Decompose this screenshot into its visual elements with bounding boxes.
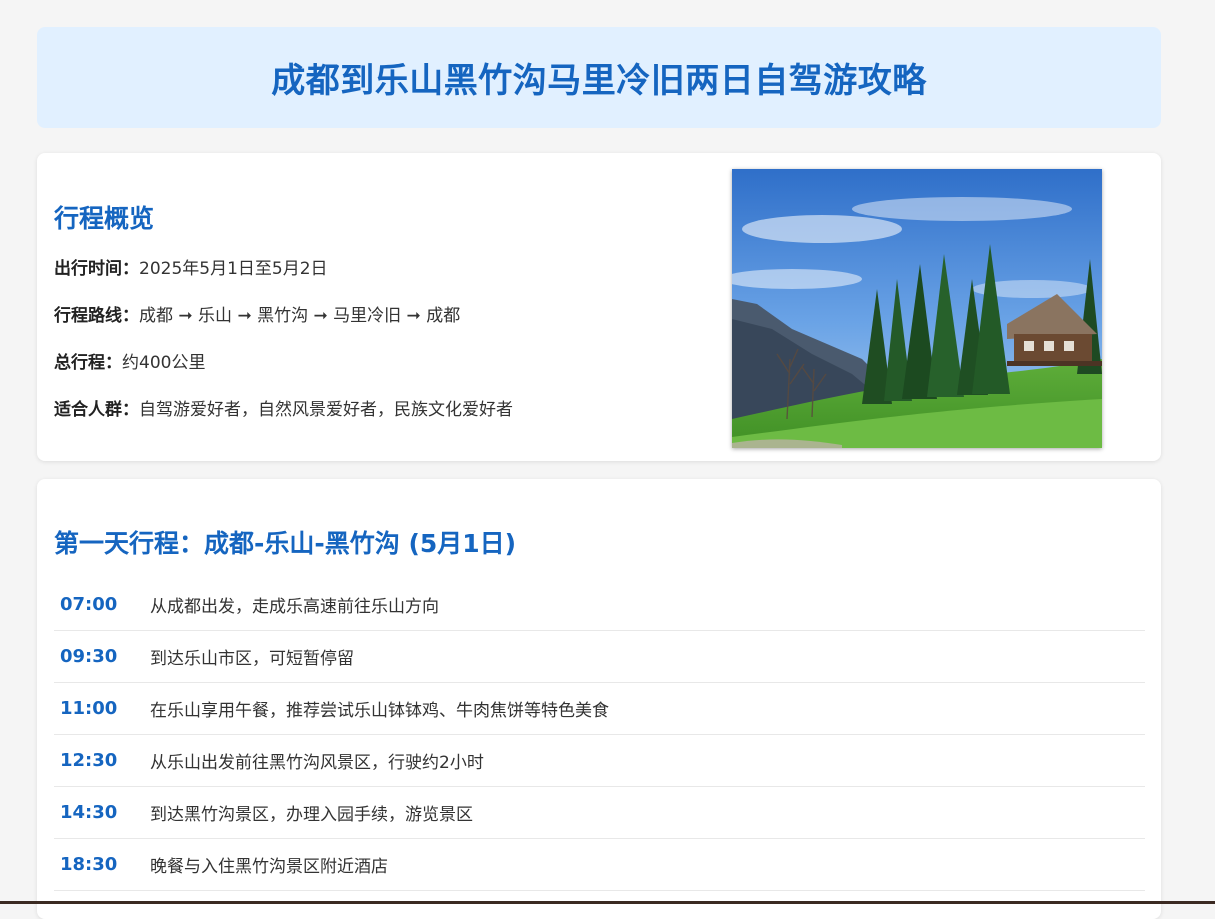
cloud xyxy=(742,215,902,243)
schedule-row: 12:30 从乐山出发前往黑竹沟风景区，行驶约2小时 xyxy=(54,735,1145,787)
schedule-row: 18:30 晚餐与入住黑竹沟景区附近酒店 xyxy=(54,839,1145,891)
schedule-row: 07:00 从成都出发，走成乐高速前往乐山方向 xyxy=(54,579,1145,631)
mountain-forest-cabin-photo-icon xyxy=(732,169,1102,448)
schedule-row: 11:00 在乐山享用午餐，推荐尝试乐山钵钵鸡、牛肉焦饼等特色美食 xyxy=(54,683,1145,735)
info-row-date: 出行时间：2025年5月1日至5月2日 xyxy=(54,257,694,281)
overview-title: 行程概览 xyxy=(54,204,155,233)
info-row-audience: 适合人群：自驾游爱好者，自然风景爱好者，民族文化爱好者 xyxy=(54,398,694,422)
overview-text: 行程概览 出行时间：2025年5月1日至5月2日 行程路线：成都 ➞ 乐山 ➞ … xyxy=(54,199,694,422)
schedule-desc: 到达黑竹沟景区，办理入园手续，游览景区 xyxy=(150,805,473,825)
schedule-desc: 在乐山享用午餐，推荐尝试乐山钵钵鸡、牛肉焦饼等特色美食 xyxy=(150,701,609,721)
schedule-row: 09:30 到达乐山市区，可短暂停留 xyxy=(54,631,1145,683)
schedule-desc: 晚餐与入住黑竹沟景区附近酒店 xyxy=(150,857,388,877)
schedule-desc: 从成都出发，走成乐高速前往乐山方向 xyxy=(150,597,439,617)
scenery-photo xyxy=(732,169,1102,448)
info-label: 行程路线： xyxy=(54,306,139,326)
info-row-route: 行程路线：成都 ➞ 乐山 ➞ 黑竹沟 ➞ 马里冷旧 ➞ 成都 xyxy=(54,304,694,328)
cloud xyxy=(852,197,1072,221)
schedule-time: 14:30 xyxy=(60,802,118,823)
info-value: 2025年5月1日至5月2日 xyxy=(139,259,328,279)
overview-info-list: 出行时间：2025年5月1日至5月2日 行程路线：成都 ➞ 乐山 ➞ 黑竹沟 ➞… xyxy=(54,257,694,422)
schedule-time: 07:00 xyxy=(60,594,118,615)
info-label: 总行程： xyxy=(54,353,122,373)
schedule-row: 14:30 到达黑竹沟景区，办理入园手续，游览景区 xyxy=(54,787,1145,839)
page-title: 成都到乐山黑竹沟马里冷旧两日自驾游攻略 xyxy=(271,61,927,101)
schedule-time: 12:30 xyxy=(60,750,118,771)
schedule-time: 09:30 xyxy=(60,646,118,667)
day1-title: 第一天行程：成都-乐山-黑竹沟 (5月1日) xyxy=(54,529,517,558)
info-value: 自驾游爱好者，自然风景爱好者，民族文化爱好者 xyxy=(139,400,513,420)
page-header: 成都到乐山黑竹沟马里冷旧两日自驾游攻略 xyxy=(37,27,1161,128)
overview-card: 行程概览 出行时间：2025年5月1日至5月2日 行程路线：成都 ➞ 乐山 ➞ … xyxy=(37,153,1161,461)
day1-schedule: 07:00 从成都出发，走成乐高速前往乐山方向 09:30 到达乐山市区，可短暂… xyxy=(54,579,1145,891)
schedule-desc: 到达乐山市区，可短暂停留 xyxy=(150,649,354,669)
schedule-time: 11:00 xyxy=(60,698,118,719)
info-row-distance: 总行程：约400公里 xyxy=(54,351,694,375)
info-value: 成都 ➞ 乐山 ➞ 黑竹沟 ➞ 马里冷旧 ➞ 成都 xyxy=(139,306,461,326)
day1-card: 第一天行程：成都-乐山-黑竹沟 (5月1日) 07:00 从成都出发，走成乐高速… xyxy=(37,479,1161,919)
info-label: 出行时间： xyxy=(54,259,139,279)
schedule-time: 18:30 xyxy=(60,854,118,875)
info-label: 适合人群： xyxy=(54,400,139,420)
schedule-desc: 从乐山出发前往黑竹沟风景区，行驶约2小时 xyxy=(150,753,484,773)
info-value: 约400公里 xyxy=(122,353,206,373)
